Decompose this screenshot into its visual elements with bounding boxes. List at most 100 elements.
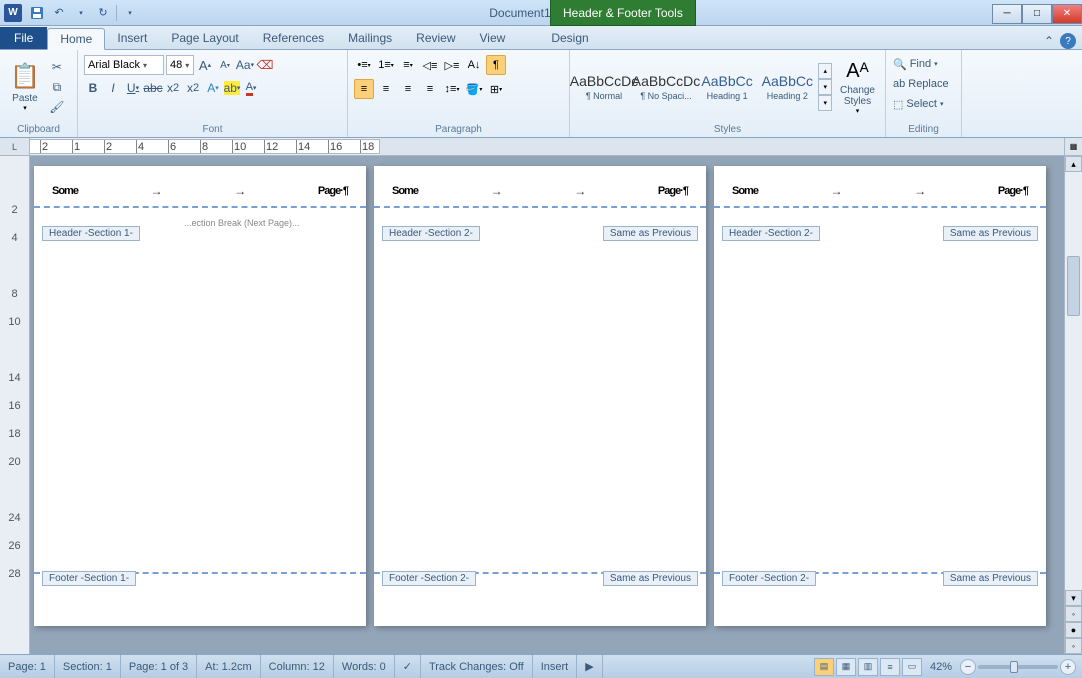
help-icon[interactable]: ? xyxy=(1060,33,1076,49)
tab-design[interactable]: Design xyxy=(539,27,600,49)
italic-icon[interactable]: I xyxy=(104,79,122,97)
change-case-icon[interactable]: Aa▾ xyxy=(236,56,254,74)
status-insert-mode[interactable]: Insert xyxy=(533,655,578,678)
tab-mailings[interactable]: Mailings xyxy=(336,27,404,49)
document-page[interactable]: Some→→Page·¶Header -Section 2-Same as Pr… xyxy=(374,166,706,626)
align-center-icon[interactable]: ≡ xyxy=(376,79,396,99)
ruler-toggle[interactable]: ▦ xyxy=(1064,138,1082,155)
status-section[interactable]: Section: 1 xyxy=(55,655,121,678)
view-full-screen[interactable]: ▦ xyxy=(836,658,856,676)
status-macro-icon[interactable]: ▶ xyxy=(577,655,602,678)
scroll-thumb[interactable] xyxy=(1067,256,1080,316)
zoom-slider-handle[interactable] xyxy=(1010,661,1018,673)
tab-page-layout[interactable]: Page Layout xyxy=(159,27,250,49)
word-app-icon[interactable]: W xyxy=(4,4,22,22)
cut-icon[interactable]: ✂ xyxy=(48,58,66,76)
undo-icon[interactable]: ↶ xyxy=(50,4,68,22)
clear-formatting-icon[interactable]: ⌫ xyxy=(256,56,274,74)
underline-icon[interactable]: U▾ xyxy=(124,79,142,97)
font-color-icon[interactable]: A▾ xyxy=(242,79,260,97)
styles-more[interactable]: ▾ xyxy=(818,95,832,111)
tab-home[interactable]: Home xyxy=(47,28,105,50)
page-header-text[interactable]: Some→→Page·¶ xyxy=(374,166,706,202)
status-column[interactable]: Column: 12 xyxy=(261,655,334,678)
select-button[interactable]: ⬚Select▾ xyxy=(890,95,957,113)
maximize-button[interactable]: □ xyxy=(1022,4,1052,24)
browse-object-button[interactable]: ● xyxy=(1065,622,1082,638)
status-track-changes[interactable]: Track Changes: Off xyxy=(421,655,533,678)
view-web-layout[interactable]: ▥ xyxy=(858,658,878,676)
style-heading-2[interactable]: AaBbCcHeading 2 xyxy=(758,62,816,112)
sort-icon[interactable]: A↓ xyxy=(464,55,484,75)
shrink-font-icon[interactable]: A▾ xyxy=(216,56,234,74)
scroll-down-button[interactable]: ▾ xyxy=(1065,590,1082,606)
scroll-up-button[interactable]: ▴ xyxy=(1065,156,1082,172)
view-outline[interactable]: ≡ xyxy=(880,658,900,676)
grow-font-icon[interactable]: A▴ xyxy=(196,56,214,74)
zoom-in-button[interactable]: + xyxy=(1060,659,1076,675)
borders-icon[interactable]: ⊞▾ xyxy=(486,79,506,99)
page-header-text[interactable]: Some→→Page·¶ xyxy=(34,166,366,202)
next-page-button[interactable]: ◦ xyxy=(1065,638,1082,654)
tab-insert[interactable]: Insert xyxy=(105,27,159,49)
status-words[interactable]: Words: 0 xyxy=(334,655,395,678)
qat-customize-icon[interactable]: ▾ xyxy=(121,4,139,22)
prev-page-button[interactable]: ◦ xyxy=(1065,606,1082,622)
align-right-icon[interactable]: ≡ xyxy=(398,79,418,99)
format-painter-icon[interactable]: 🖌 xyxy=(48,98,66,116)
strikethrough-icon[interactable]: abc xyxy=(144,79,162,97)
subscript-icon[interactable]: x2 xyxy=(164,79,182,97)
style-normal[interactable]: AaBbCcDc¶ Normal xyxy=(574,62,634,112)
numbering-icon[interactable]: 1≡▾ xyxy=(376,55,396,75)
tab-view[interactable]: View xyxy=(468,27,518,49)
zoom-out-button[interactable]: − xyxy=(960,659,976,675)
redo-icon[interactable]: ↻ xyxy=(94,4,112,22)
increase-indent-icon[interactable]: ▷≡ xyxy=(442,55,462,75)
highlight-icon[interactable]: ab▾ xyxy=(224,81,240,95)
tab-references[interactable]: References xyxy=(251,27,336,49)
document-page[interactable]: Some→→Page·¶Header -Section 2-Same as Pr… xyxy=(714,166,1046,626)
style-heading-1[interactable]: AaBbCcHeading 1 xyxy=(698,62,756,112)
multilevel-icon[interactable]: ≡▾ xyxy=(398,55,418,75)
tab-review[interactable]: Review xyxy=(404,27,467,49)
justify-icon[interactable]: ≡ xyxy=(420,79,440,99)
vertical-ruler[interactable]: 2481014161820242628 xyxy=(0,156,30,654)
replace-button[interactable]: abReplace xyxy=(890,75,957,93)
line-spacing-icon[interactable]: ↕≡▾ xyxy=(442,79,462,99)
font-size-combo[interactable]: 48▾ xyxy=(166,55,194,75)
save-icon[interactable] xyxy=(28,4,46,22)
bullets-icon[interactable]: •≡▾ xyxy=(354,55,374,75)
status-proofing-icon[interactable]: ✓ xyxy=(395,655,421,678)
bold-icon[interactable]: B xyxy=(84,79,102,97)
shading-icon[interactable]: 🪣▾ xyxy=(464,79,484,99)
view-print-layout[interactable]: ▤ xyxy=(814,658,834,676)
copy-icon[interactable]: ⧉ xyxy=(48,78,66,96)
show-hide-icon[interactable]: ¶ xyxy=(486,55,506,75)
superscript-icon[interactable]: x2 xyxy=(184,79,202,97)
document-page[interactable]: Some→→Page·¶Header -Section 1-...ection … xyxy=(34,166,366,626)
minimize-button[interactable]: ─ xyxy=(992,4,1022,24)
close-button[interactable]: ✕ xyxy=(1052,4,1082,24)
horizontal-ruler[interactable]: 2124681012141618 xyxy=(30,139,380,154)
minimize-ribbon-icon[interactable]: ⌃ xyxy=(1044,34,1054,48)
undo-dropdown-icon[interactable]: ▾ xyxy=(72,4,90,22)
status-page[interactable]: Page: 1 xyxy=(0,655,55,678)
paste-button[interactable]: 📋 Paste ▾ xyxy=(4,54,46,120)
find-button[interactable]: 🔍Find▾ xyxy=(890,55,957,73)
font-name-combo[interactable]: Arial Black▾ xyxy=(84,55,164,75)
zoom-slider[interactable] xyxy=(978,665,1058,669)
zoom-percent[interactable]: 42% xyxy=(924,661,958,673)
styles-row-down[interactable]: ▾ xyxy=(818,79,832,95)
file-tab[interactable]: File xyxy=(0,27,47,49)
view-draft[interactable]: ▭ xyxy=(902,658,922,676)
page-header-text[interactable]: Some→→Page·¶ xyxy=(714,166,1046,202)
decrease-indent-icon[interactable]: ◁≡ xyxy=(420,55,440,75)
tab-selector[interactable]: L xyxy=(0,138,30,155)
style-no-spacing[interactable]: AaBbCcDc¶ No Spaci... xyxy=(636,62,696,112)
styles-row-up[interactable]: ▴ xyxy=(818,63,832,79)
scroll-track[interactable] xyxy=(1065,172,1082,590)
change-styles-button[interactable]: Aᴬ Change Styles ▾ xyxy=(834,54,881,120)
status-at[interactable]: At: 1.2cm xyxy=(197,655,260,678)
align-left-icon[interactable]: ≡ xyxy=(354,79,374,99)
text-effects-icon[interactable]: A▾ xyxy=(204,79,222,97)
